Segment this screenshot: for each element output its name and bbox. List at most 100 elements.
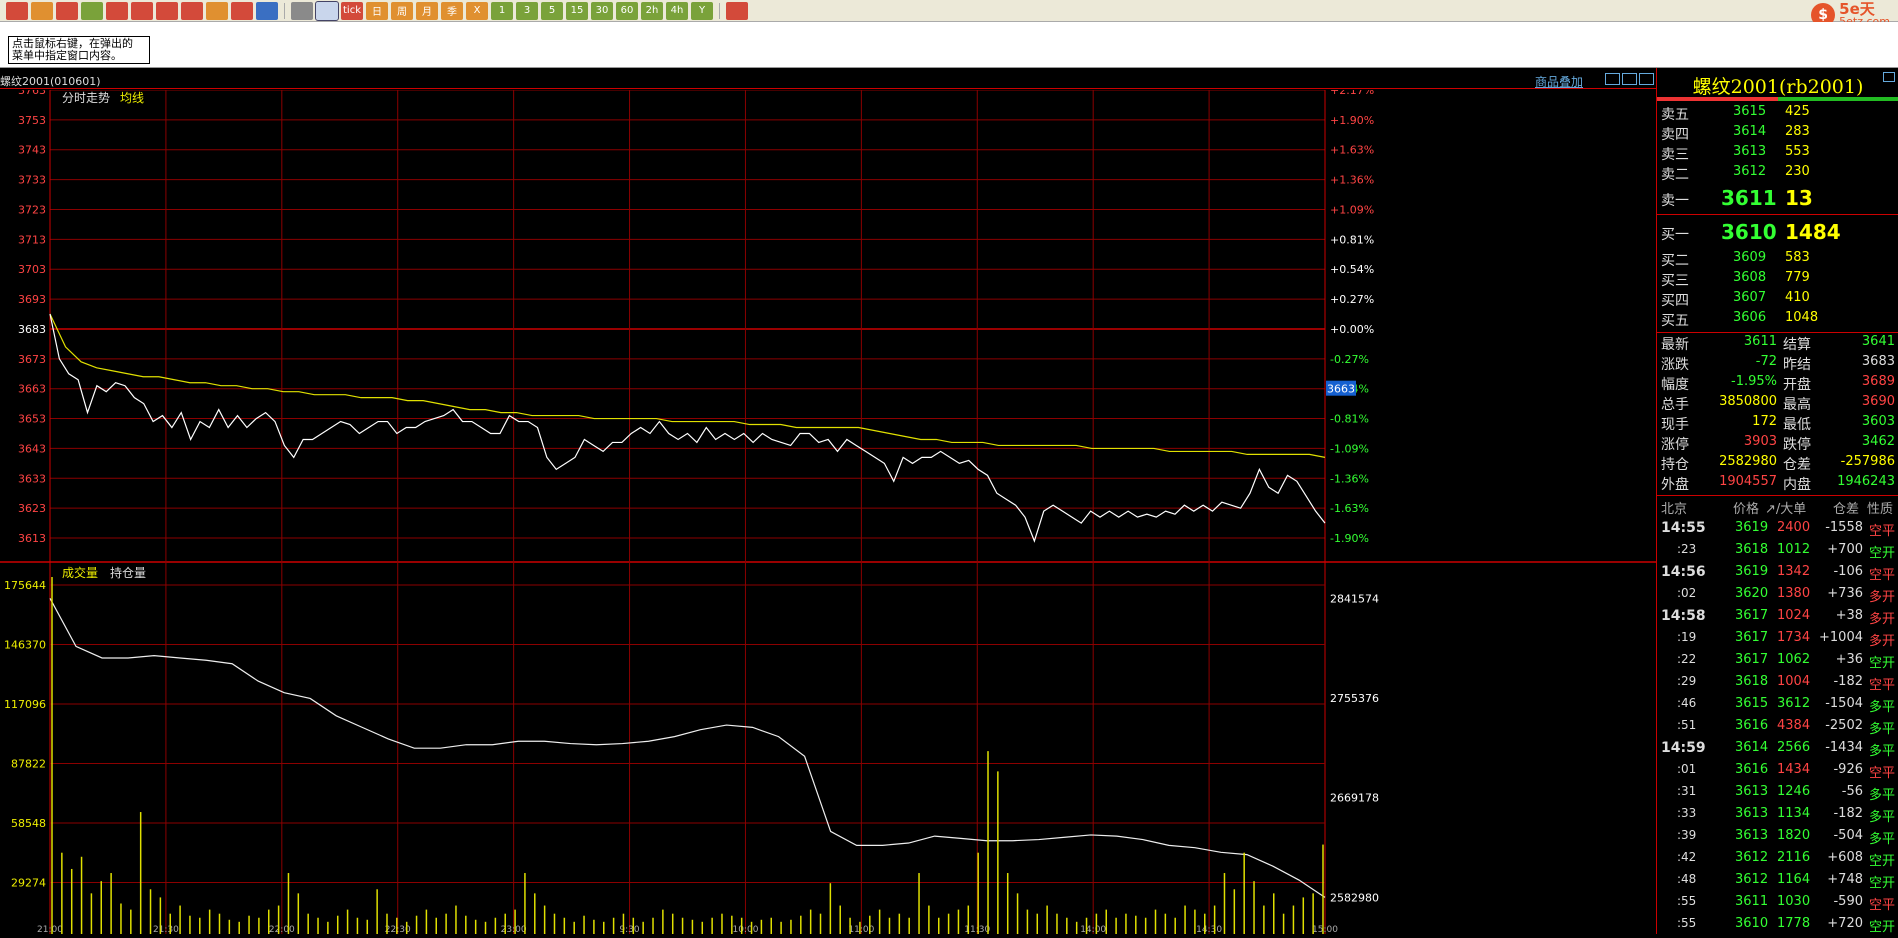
stat-value: -72 <box>1755 354 1777 369</box>
quote-panel: 螺纹2001(rb2001) 卖五 3615 425 卖四 3614 283 卖三 3613 55… <box>1656 68 1898 935</box>
period-button-30[interactable]: 30 <box>591 1 613 20</box>
period-button-季[interactable]: 季 <box>441 1 463 20</box>
period-button-tick[interactable]: tick <box>341 1 363 20</box>
time-tick-label: 21:00 <box>37 925 63 934</box>
tick-oi-change: -1558 <box>1825 520 1863 535</box>
tick-oi-change: -926 <box>1833 762 1863 777</box>
period-button-15[interactable]: 15 <box>566 1 588 20</box>
period-button-Y[interactable]: Y <box>691 1 713 20</box>
time-tick-label: 9:30 <box>619 925 639 934</box>
tick-time: :02 <box>1677 586 1697 600</box>
tick-volume: 1246 <box>1777 784 1811 799</box>
oi-tick-label: 2582980 <box>1330 891 1379 904</box>
open-interest-line <box>49 598 1326 898</box>
stat-value: 1946243 <box>1837 474 1895 489</box>
tick-price: 3616 <box>1735 762 1769 777</box>
tick-price: 3618 <box>1735 542 1769 557</box>
hint-line-2: 菜单中指定窗口内容。 <box>12 49 122 62</box>
oi-panel-label: 持仓量 <box>110 565 146 580</box>
period-button-1[interactable]: 1 <box>491 1 513 20</box>
table-icon[interactable] <box>291 1 313 20</box>
intraday-chart[interactable]: 3763 +2.17% 3753 +1.90% 3743 +1.63% 3733 +1.36%… <box>0 84 1656 935</box>
window-icon[interactable] <box>56 1 78 20</box>
period-button-60[interactable]: 60 <box>616 1 638 20</box>
folder-icon[interactable] <box>31 1 53 20</box>
price-panel-label: 分时走势 <box>62 91 110 105</box>
overlay-link[interactable]: 商品叠加 <box>1535 73 1583 90</box>
hand-icon[interactable] <box>206 1 228 20</box>
tick-nature: 多平 <box>1869 722 1896 737</box>
bid-volume: 779 <box>1785 270 1810 285</box>
stat-label: 最低 <box>1783 417 1811 433</box>
tick-chart-icon[interactable] <box>315 0 339 21</box>
tick-price: 3613 <box>1735 828 1769 843</box>
tick-nature: 空开 <box>1869 920 1896 935</box>
tick-header-time: 北京 <box>1661 502 1688 517</box>
tick-time: :51 <box>1677 718 1697 732</box>
tick-time: :19 <box>1677 630 1697 644</box>
period-button-X[interactable]: X <box>466 1 488 20</box>
pct-tick-label: +0.81% <box>1330 233 1374 246</box>
copy-icon[interactable] <box>156 1 178 20</box>
chart-area[interactable]: 3763 +2.17% 3753 +1.90% 3743 +1.63% 3733 +1.36%… <box>0 84 1656 935</box>
pct-tick-label: -1.90% <box>1330 532 1369 545</box>
period-button-周[interactable]: 周 <box>391 1 413 20</box>
stat-value: -1.95% <box>1731 374 1777 389</box>
layout-b-button[interactable] <box>1622 73 1637 85</box>
volume-tick-label: 175644 <box>4 579 46 592</box>
tick-volume: 1820 <box>1777 828 1811 843</box>
pct-tick-label: +0.00% <box>1330 323 1374 336</box>
tick-volume: 1380 <box>1777 586 1811 601</box>
period-button-4h[interactable]: 4h <box>666 1 688 20</box>
ask-volume: 425 <box>1785 104 1810 119</box>
pen-icon[interactable] <box>181 1 203 20</box>
price-tick-label: 3733 <box>18 174 46 187</box>
ask1-volume: 13 <box>1785 186 1813 210</box>
tick-nature: 空平 <box>1869 568 1896 583</box>
volume-tick-label: 58548 <box>11 817 46 830</box>
period-button-3[interactable]: 3 <box>516 1 538 20</box>
tick-price: 3613 <box>1735 806 1769 821</box>
panel-toggle-button[interactable] <box>1883 72 1895 82</box>
stat-label: 外盘 <box>1661 477 1689 493</box>
tick-time: :01 <box>1677 762 1697 776</box>
tick-nature: 多平 <box>1869 832 1896 847</box>
layout-c-button[interactable] <box>1639 73 1654 85</box>
oi-tick-label: 2755376 <box>1330 692 1379 705</box>
tick-volume: 1342 <box>1777 564 1811 579</box>
price-tick-label: 3673 <box>18 353 46 366</box>
refresh-icon[interactable] <box>81 1 103 20</box>
time-tick-label: 21:30 <box>153 925 179 934</box>
ask-label: 卖三 <box>1661 147 1689 163</box>
volume-tick-label: 29274 <box>11 877 46 890</box>
price-tick-label: 3723 <box>18 203 46 216</box>
pct-tick-label: -1.36% <box>1330 472 1369 485</box>
stat-value: 3903 <box>1743 434 1777 449</box>
notes-icon[interactable] <box>726 1 748 20</box>
tick-price: 3620 <box>1735 586 1769 601</box>
price-tick-label: 3763 <box>18 90 46 97</box>
zoom-in-icon[interactable] <box>106 1 128 20</box>
ask-label: 卖四 <box>1661 127 1689 143</box>
period-button-5[interactable]: 5 <box>541 1 563 20</box>
tick-oi-change: -590 <box>1833 894 1863 909</box>
tick-time: :33 <box>1677 806 1697 820</box>
filter-icon[interactable] <box>231 1 253 20</box>
stat-label: 幅度 <box>1661 377 1689 393</box>
tick-time: :39 <box>1677 828 1697 842</box>
tick-oi-change: -56 <box>1841 784 1863 799</box>
tick-volume: 3612 <box>1777 696 1811 711</box>
hint-panel[interactable]: 点击鼠标右键，在弹出的 菜单中指定窗口内容。 <box>0 22 1898 68</box>
news-icon[interactable] <box>256 1 278 20</box>
tick-price: 3617 <box>1735 608 1769 623</box>
period-button-日[interactable]: 日 <box>366 1 388 20</box>
period-button-月[interactable]: 月 <box>416 1 438 20</box>
stat-label: 开盘 <box>1783 377 1811 393</box>
tick-price: 3619 <box>1735 520 1769 535</box>
home-icon[interactable] <box>6 1 28 20</box>
zoom-out-icon[interactable] <box>131 1 153 20</box>
layout-a-button[interactable] <box>1605 73 1620 85</box>
period-button-2h[interactable]: 2h <box>641 1 663 20</box>
bid-price: 3606 <box>1733 310 1767 325</box>
pct-tick-label: +1.90% <box>1330 114 1374 127</box>
